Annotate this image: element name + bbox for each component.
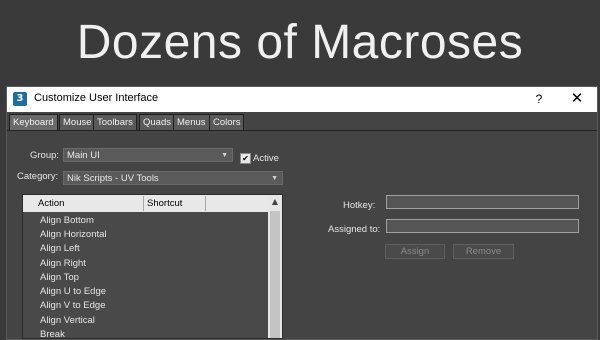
group-label: Group:	[30, 150, 60, 161]
column-header-shortcut[interactable]: Shortcut	[147, 198, 182, 209]
tab-keyboard[interactable]: Keyboard	[9, 114, 58, 131]
action-list[interactable]: Action Shortcut Align Bottom Align Horiz…	[22, 194, 283, 339]
column-header-action[interactable]: Action	[38, 198, 64, 209]
group-dropdown[interactable]: Main UI ▼	[63, 148, 233, 162]
list-item[interactable]: Align Horizontal	[40, 229, 107, 240]
remove-button[interactable]: Remove	[453, 244, 514, 259]
list-item[interactable]: Align Vertical	[40, 315, 95, 326]
tab-menus[interactable]: Menus	[173, 114, 210, 130]
chevron-down-icon: ▼	[221, 152, 228, 159]
tab-mouse[interactable]: Mouse	[59, 114, 96, 130]
app-logo-icon: 3	[13, 92, 27, 106]
list-item[interactable]: Align U to Edge	[40, 286, 106, 297]
window-title: Customize User Interface	[34, 92, 159, 104]
category-dropdown[interactable]: Nik Scripts - UV Tools ▼	[63, 171, 283, 185]
help-button[interactable]: ?	[529, 90, 549, 108]
category-value: Nik Scripts - UV Tools	[67, 173, 159, 184]
list-item[interactable]: Align Top	[40, 272, 79, 283]
list-item[interactable]: Break	[40, 329, 65, 339]
assign-button[interactable]: Assign	[385, 244, 445, 259]
list-item[interactable]: Align V to Edge	[40, 300, 106, 311]
list-item[interactable]: Align Left	[40, 243, 80, 254]
active-checkbox[interactable]: ✔	[240, 153, 251, 164]
tab-colors[interactable]: Colors	[209, 114, 245, 130]
scroll-thumb[interactable]	[270, 211, 280, 338]
title-bar: 3 Customize User Interface ? ✕	[7, 87, 597, 112]
banner: Dozens of Macroses	[0, 0, 600, 84]
banner-title: Dozens of Macroses	[76, 16, 524, 69]
tab-divider	[7, 130, 597, 131]
hotkey-field[interactable]	[386, 195, 579, 209]
tab-toolbars[interactable]: Toolbars	[93, 114, 137, 130]
close-button[interactable]: ✕	[567, 90, 587, 108]
tab-quads[interactable]: Quads	[139, 114, 175, 130]
column-divider[interactable]	[143, 196, 144, 211]
customize-ui-window: 3 Customize User Interface ? ✕ Keyboard …	[6, 86, 598, 340]
list-scrollbar[interactable]: ▲	[268, 195, 282, 338]
chevron-down-icon: ▼	[271, 175, 278, 182]
list-item[interactable]: Align Bottom	[40, 215, 94, 226]
column-divider[interactable]	[205, 196, 206, 211]
assigned-to-field[interactable]	[386, 219, 579, 233]
category-label: Category:	[17, 171, 59, 182]
action-list-header: Action Shortcut	[23, 195, 268, 212]
hotkey-label: Hotkey:	[343, 200, 376, 211]
assigned-to-label: Assigned to:	[328, 224, 381, 235]
group-value: Main UI	[67, 150, 100, 161]
active-label: Active	[253, 153, 279, 164]
scroll-up-arrow-icon[interactable]: ▲	[268, 195, 282, 209]
list-item[interactable]: Align Right	[40, 258, 86, 269]
